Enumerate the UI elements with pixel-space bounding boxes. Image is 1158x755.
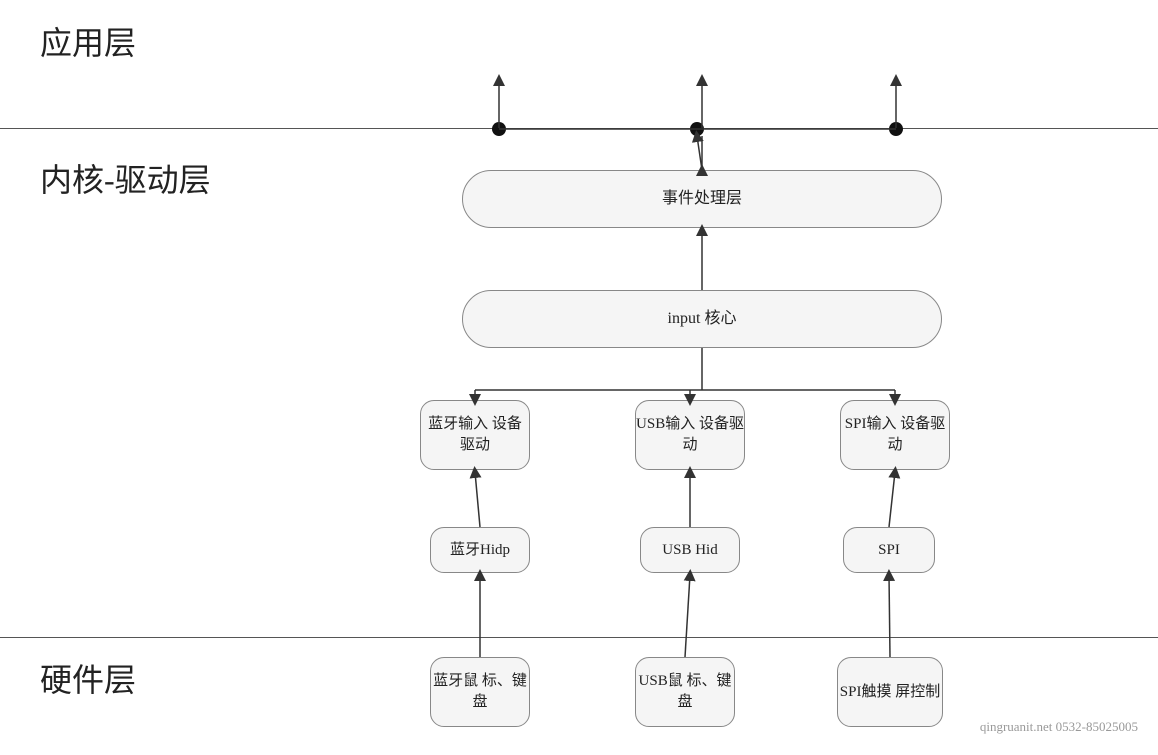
top-divider bbox=[0, 128, 1158, 129]
input-core-box: input 核心 bbox=[462, 290, 942, 348]
event-handler-box: 事件处理层 bbox=[462, 170, 942, 228]
spi-box: SPI bbox=[843, 527, 935, 573]
bt-hardware-box: 蓝牙鼠 标、键盘 bbox=[430, 657, 530, 727]
watermark: qingruanit.net 0532-85025005 bbox=[980, 719, 1138, 735]
arrows-svg bbox=[0, 0, 1158, 755]
diagram: 应用层 内核-驱动层 硬件层 事件处理层 input 核心 蓝牙输入 设备驱动 … bbox=[0, 0, 1158, 755]
dot-right bbox=[889, 122, 903, 136]
app-layer-label: 应用层 bbox=[40, 18, 136, 64]
bt-hidp-box: 蓝牙Hidp bbox=[430, 527, 530, 573]
usb-hid-box: USB Hid bbox=[640, 527, 740, 573]
spi-driver-box: SPI输入 设备驱动 bbox=[840, 400, 950, 470]
usb-driver-box: USB输入 设备驱动 bbox=[635, 400, 745, 470]
spi-hardware-box: SPI触摸 屏控制 bbox=[837, 657, 943, 727]
kernel-layer-label: 内核-驱动层 bbox=[40, 155, 211, 201]
hardware-layer-label: 硬件层 bbox=[40, 655, 136, 701]
bt-driver-box: 蓝牙输入 设备驱动 bbox=[420, 400, 530, 470]
dot-left bbox=[492, 122, 506, 136]
usb-hardware-box: USB鼠 标、键盘 bbox=[635, 657, 735, 727]
bottom-divider bbox=[0, 637, 1158, 638]
dot-center bbox=[690, 122, 704, 136]
